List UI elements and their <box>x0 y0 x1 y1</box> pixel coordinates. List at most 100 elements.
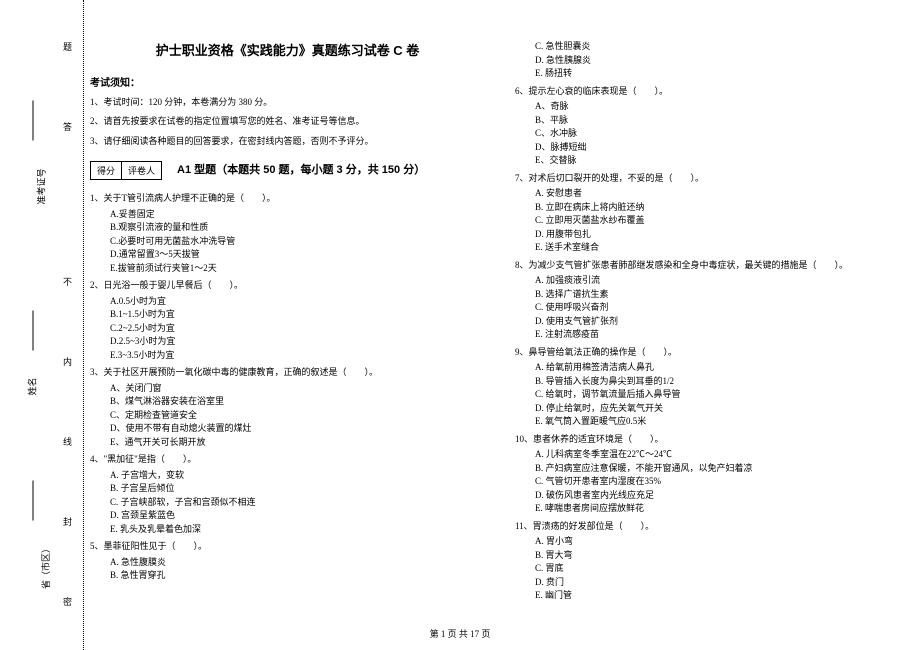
q3-opt-b: B、煤气淋浴器安装在浴室里 <box>110 395 485 409</box>
q1-stem: 1、关于T管引流病人护理不正确的是（ ）。 <box>90 192 485 206</box>
instruction-2: 2、请首先按要求在试卷的指定位置填写您的姓名、准考证号等信息。 <box>90 114 485 128</box>
q3-opt-a: A、关闭门窗 <box>110 382 485 396</box>
q6-stem: 6、提示左心衰的临床表现是（ ）。 <box>515 85 910 99</box>
q9-opt-e: E. 氧气筒入置距暖气应0.5米 <box>535 415 910 429</box>
q11-opt-e: E. 幽门管 <box>535 589 910 603</box>
q4-opt-b: B. 子宫呈后倾位 <box>110 482 485 496</box>
gutter-label-province: 省（市区） <box>39 544 52 589</box>
q3-stem: 3、关于社区开展预防一氧化碳中毒的健康教育，正确的叙述是（ ）。 <box>90 366 485 380</box>
question-6: 6、提示左心衰的临床表现是（ ）。 A、奇脉 B、平脉 C、水冲脉 D、脉搏短绌… <box>515 85 910 168</box>
seal-char-6: 题 <box>63 40 72 53</box>
q7-stem: 7、对术后切口裂开的处理，不妥的是（ ）。 <box>515 172 910 186</box>
q6-opt-d: D、脉搏短绌 <box>535 141 910 155</box>
q8-opt-b: B. 选择广谱抗生素 <box>535 288 910 302</box>
dotted-fold-line <box>83 0 84 650</box>
seal-char-2: 线 <box>63 435 72 448</box>
q9-stem: 9、鼻导管给氧法正确的操作是（ ）。 <box>515 346 910 360</box>
q7-opt-d: D. 用腹带包扎 <box>535 228 910 242</box>
q9-opt-a: A. 给氧前用棉签清洁病人鼻孔 <box>535 361 910 375</box>
q2-opt-c: C.2~2.5小时为宜 <box>110 322 485 336</box>
q11-opt-a: A. 胃小弯 <box>535 535 910 549</box>
q1-opt-c: C.必要时可用无菌盐水冲洗导管 <box>110 235 485 249</box>
q3-opt-e: E、通气开关可长期开放 <box>110 436 485 450</box>
q10-opt-a: A. 儿科病室冬季室温在22℃～24℃ <box>535 448 910 462</box>
q3-opt-d: D、使用不带有自动熄火装置的煤灶 <box>110 422 485 436</box>
seal-char-0: 密 <box>63 595 72 608</box>
seal-char-3: 内 <box>63 355 72 368</box>
q2-stem: 2、日光浴一般于婴儿早餐后（ ）。 <box>90 279 485 293</box>
question-10: 10、患者休养的适宜环境是（ ）。 A. 儿科病室冬季室温在22℃～24℃ B.… <box>515 433 910 516</box>
q6-opt-e: E、交替脉 <box>535 154 910 168</box>
question-11: 11、胃溃疡的好发部位是（ ）。 A. 胃小弯 B. 胃大弯 C. 胃底 D. … <box>515 520 910 603</box>
q1-opt-d: D.通常留置3～5天拔管 <box>110 248 485 262</box>
q7-opt-a: A. 安慰患者 <box>535 187 910 201</box>
q7-opt-b: B. 立即在病床上将内脏还纳 <box>535 201 910 215</box>
q9-opt-b: B. 导管插入长度为鼻尖到耳垂的1/2 <box>535 375 910 389</box>
q5-stem: 5、墨菲征阳性见于（ ）。 <box>90 540 485 554</box>
q10-opt-c: C. 气管切开患者室内湿度在35% <box>535 475 910 489</box>
q11-stem: 11、胃溃疡的好发部位是（ ）。 <box>515 520 910 534</box>
q11-opt-b: B. 胃大弯 <box>535 549 910 563</box>
exam-title: 护士职业资格《实践能力》真题练习试卷 C 卷 <box>90 40 485 59</box>
question-9: 9、鼻导管给氧法正确的操作是（ ）。 A. 给氧前用棉签清洁病人鼻孔 B. 导管… <box>515 346 910 429</box>
score-box: 得分 评卷人 <box>90 161 162 180</box>
seal-char-4: 不 <box>63 275 72 288</box>
q10-stem: 10、患者休养的适宜环境是（ ）。 <box>515 433 910 447</box>
instruction-3: 3、请仔细阅读各种题目的回答要求，在密封线内答题，否则不予评分。 <box>90 134 485 148</box>
section-a1-title: A1 型题（本题共 50 题，每小题 3 分，共 150 分） <box>177 161 425 177</box>
q1-opt-a: A.妥善固定 <box>110 208 485 222</box>
gutter-label-name: 姓名 <box>26 377 39 395</box>
q6-opt-a: A、奇脉 <box>535 100 910 114</box>
q2-opt-e: E.3~3.5小时为宜 <box>110 349 485 363</box>
q4-opt-c: C. 子宫峡部软，子宫和宫颈似不相连 <box>110 496 485 510</box>
q6-opt-c: C、水冲脉 <box>535 127 910 141</box>
right-column: C. 急性胆囊炎 D. 急性胰腺炎 E. 肠扭转 6、提示左心衰的临床表现是（ … <box>515 40 910 603</box>
seal-char-5: 答 <box>63 120 72 133</box>
instruction-1: 1、考试时间：120 分钟，本卷满分为 380 分。 <box>90 95 485 109</box>
question-2: 2、日光浴一般于婴儿早餐后（ ）。 A.0.5小时为宜 B.1~1.5小时为宜 … <box>90 279 485 362</box>
q4-opt-e: E. 乳头及乳晕着色加深 <box>110 523 485 537</box>
q5-opt-d: D. 急性胰腺炎 <box>535 54 910 68</box>
q9-opt-d: D. 停止给氧时，应先关氧气开关 <box>535 402 910 416</box>
q2-opt-a: A.0.5小时为宜 <box>110 295 485 309</box>
q9-opt-c: C. 给氧时，调节氧流量后插入鼻导管 <box>535 388 910 402</box>
q3-opt-c: C、定期检查管道安全 <box>110 409 485 423</box>
q8-opt-e: E. 注射流感疫苗 <box>535 328 910 342</box>
question-7: 7、对术后切口裂开的处理，不妥的是（ ）。 A. 安慰患者 B. 立即在病床上将… <box>515 172 910 255</box>
q7-opt-c: C. 立即用灭菌盐水纱布覆盖 <box>535 214 910 228</box>
q5-opt-b: B. 急性胃穿孔 <box>110 569 485 583</box>
q4-stem: 4、"黑加征"是指（ ）。 <box>90 453 485 467</box>
q2-opt-b: B.1~1.5小时为宜 <box>110 308 485 322</box>
grader-label: 评卷人 <box>122 162 161 179</box>
q11-opt-c: C. 胃底 <box>535 562 910 576</box>
q11-opt-d: D. 贲门 <box>535 576 910 590</box>
question-3: 3、关于社区开展预防一氧化碳中毒的健康教育，正确的叙述是（ ）。 A、关闭门窗 … <box>90 366 485 449</box>
seal-char-1: 封 <box>63 515 72 528</box>
q4-opt-a: A. 子宫增大，变软 <box>110 469 485 483</box>
q4-opt-d: D. 宫颈呈紫蓝色 <box>110 509 485 523</box>
score-section-row: 得分 评卷人 A1 型题（本题共 50 题，每小题 3 分，共 150 分） <box>90 153 485 188</box>
q5-opt-a: A. 急性腹膜炎 <box>110 556 485 570</box>
province-field <box>33 481 34 521</box>
q2-opt-d: D.2.5~3小时为宜 <box>110 335 485 349</box>
binding-gutter: 省（市区） 姓名 准考证号 密 封 线 内 不 答 题 <box>8 0 78 650</box>
q10-opt-b: B. 产妇病室应注意保暖，不能开窗通风，以免产妇着凉 <box>535 462 910 476</box>
q8-opt-d: D. 使用支气管扩张剂 <box>535 315 910 329</box>
q8-opt-c: C. 使用呼吸兴奋剂 <box>535 301 910 315</box>
question-1: 1、关于T管引流病人护理不正确的是（ ）。 A.妥善固定 B.观察引流液的量和性… <box>90 192 485 275</box>
examid-field <box>33 101 34 141</box>
left-column: 护士职业资格《实践能力》真题练习试卷 C 卷 考试须知： 1、考试时间：120 … <box>90 40 485 603</box>
q10-opt-d: D. 破伤风患者室内光线应充足 <box>535 489 910 503</box>
q1-opt-e: E.拔管前须试行夹管1～2天 <box>110 262 485 276</box>
question-4: 4、"黑加征"是指（ ）。 A. 子宫增大，变软 B. 子宫呈后倾位 C. 子宫… <box>90 453 485 536</box>
page-footer: 第 1 页 共 17 页 <box>0 627 920 640</box>
q1-opt-b: B.观察引流液的量和性质 <box>110 221 485 235</box>
gutter-label-examid: 准考证号 <box>35 168 48 204</box>
score-label: 得分 <box>91 162 122 179</box>
notice-header: 考试须知： <box>90 74 485 89</box>
q5-opt-e: E. 肠扭转 <box>535 67 910 81</box>
main-content: 护士职业资格《实践能力》真题练习试卷 C 卷 考试须知： 1、考试时间：120 … <box>90 40 910 603</box>
question-5: 5、墨菲征阳性见于（ ）。 A. 急性腹膜炎 B. 急性胃穿孔 <box>90 540 485 583</box>
q6-opt-b: B、平脉 <box>535 114 910 128</box>
q8-opt-a: A. 加强痰液引流 <box>535 274 910 288</box>
